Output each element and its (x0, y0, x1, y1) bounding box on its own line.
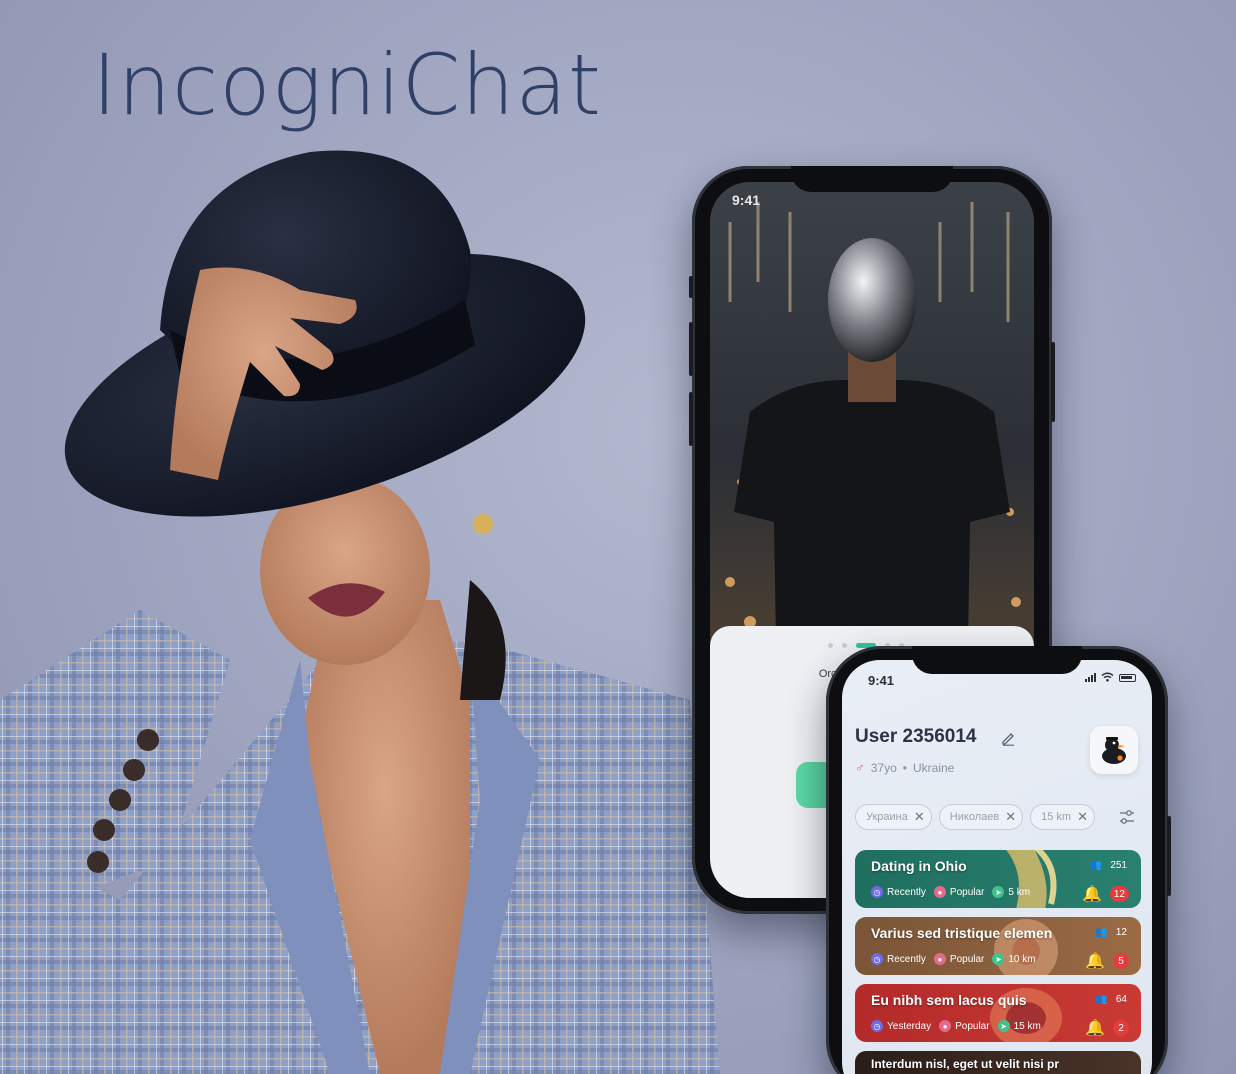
members-count: 64 (1115, 994, 1127, 1005)
room-card[interactable]: Interdum nisl, eget ut velit nisi pr (855, 1051, 1141, 1074)
flame-icon: ● (939, 1020, 952, 1032)
status-time: 9:41 (868, 673, 895, 688)
tag-label: Recently (887, 886, 926, 898)
meta-separator: • (902, 760, 907, 775)
notification-badge: 12 (1109, 886, 1129, 902)
tag-popular: ● Popular (939, 1020, 990, 1032)
status-icons (1085, 672, 1136, 682)
members-icon: 👥 (1089, 860, 1103, 871)
tag-recency: ◷ Recently (871, 953, 926, 965)
tag-distance: ➤ 15 km (997, 1020, 1041, 1032)
duck-avatar-icon (1102, 737, 1126, 764)
bell-icon: 🔔 (1081, 886, 1102, 903)
room-title: Eu nibh sem lacus quis (871, 992, 1027, 1008)
chip-label: Украина (866, 811, 908, 823)
room-art (1006, 850, 1057, 908)
close-icon[interactable]: ✕ (914, 809, 925, 825)
flame-icon: ● (933, 953, 946, 965)
members-icon: 👥 (1095, 927, 1108, 938)
clock-icon: ◷ (871, 1020, 883, 1032)
room-members: 👥 64 (1095, 994, 1127, 1005)
room-notifications: 🔔 2 (1085, 1018, 1129, 1038)
close-icon[interactable]: ✕ (1005, 809, 1016, 825)
room-card[interactable]: Varius sed tristique elemen ◷ Recently ● P… (855, 917, 1141, 975)
signal-icon (1085, 673, 1096, 682)
user-meta: ♂ 37yo • Ukraine (855, 760, 954, 775)
tag-label: Popular (955, 1020, 990, 1032)
clock-icon: ◷ (871, 886, 883, 898)
wifi-icon (1101, 672, 1114, 682)
room-members: 👥 12 (1095, 927, 1127, 938)
tag-distance: ➤ 10 km (992, 953, 1036, 965)
clock-icon: ◷ (871, 953, 883, 965)
filter-sliders-icon (1120, 810, 1134, 824)
phone-notch (791, 166, 953, 192)
tag-recency: ◷ Recently (871, 886, 926, 898)
room-title: Varius sed tristique elemen (871, 925, 1053, 941)
gender-male-icon: ♂ (855, 760, 865, 775)
filter-chip[interactable]: Украина ✕ (855, 804, 932, 830)
room-tags: ◷ Recently ● Popular ➤ 10 km (871, 953, 1036, 965)
room-tags: ◷ Yesterday ● Popular ➤ 15 km (871, 1020, 1041, 1032)
tag-recency: ◷ Yesterday (871, 1020, 931, 1032)
tag-label: 15 km (1013, 1020, 1041, 1032)
tag-label: Popular (949, 953, 985, 965)
location-arrow-icon: ➤ (997, 1020, 1010, 1032)
room-notifications: 🔔 12 (1082, 884, 1129, 904)
brand-title: IncogniChat (92, 36, 602, 134)
location-arrow-icon: ➤ (992, 953, 1005, 965)
room-tags: ◷ Recently ● Popular ➤ 5 km (871, 886, 1030, 898)
room-title: Dating in Ohio (871, 858, 967, 874)
tag-popular: ● Popular (933, 953, 985, 965)
user-name: User 2356014 (855, 726, 977, 747)
tag-label: Yesterday (887, 1020, 932, 1032)
user-country: Ukraine (912, 760, 955, 775)
room-card[interactable]: Dating in Ohio ◷ Recently ● Popular ➤ 5 km … (855, 850, 1141, 908)
bell-icon: 🔔 (1085, 1020, 1105, 1037)
location-arrow-icon: ➤ (992, 886, 1005, 898)
tag-label: 10 km (1008, 953, 1036, 965)
status-time: 9:41 (732, 192, 761, 208)
user-age: 37yo (870, 760, 897, 775)
phone-notch (912, 646, 1082, 674)
tag-label: Popular (949, 886, 985, 898)
woman-in-hat-illustration (0, 150, 720, 1074)
room-members: 👥 251 (1090, 860, 1127, 871)
room-notifications: 🔔 5 (1085, 951, 1129, 971)
room-card[interactable]: Eu nibh sem lacus quis ◷ Yesterday ● Popul… (855, 984, 1141, 1042)
bell-icon: 🔔 (1085, 953, 1105, 970)
members-count: 12 (1115, 927, 1127, 938)
filter-chips: Украина ✕ Николаев ✕ 15 km ✕ (855, 804, 1095, 830)
tag-label: 5 km (1008, 886, 1031, 898)
room-title: Interdum nisl, eget ut velit nisi pr (871, 1057, 1060, 1071)
pager-dot[interactable] (842, 642, 847, 648)
masked-man-photo (710, 182, 1034, 642)
members-icon: 👥 (1095, 994, 1108, 1005)
close-icon[interactable]: ✕ (1077, 809, 1088, 825)
pager-dot[interactable] (828, 642, 833, 648)
members-count: 251 (1110, 860, 1127, 871)
chip-label: 15 km (1041, 811, 1072, 823)
battery-icon (1119, 674, 1136, 682)
notification-badge: 5 (1113, 953, 1129, 969)
chip-label: Николаев (949, 811, 1000, 823)
tag-distance: ➤ 5 km (992, 886, 1030, 898)
notification-badge: 2 (1113, 1020, 1129, 1036)
tag-label: Recently (887, 953, 926, 965)
avatar[interactable] (1090, 726, 1138, 774)
flame-icon: ● (933, 886, 946, 898)
filter-settings-button[interactable] (1114, 804, 1140, 830)
filter-chip[interactable]: Николаев ✕ (938, 804, 1024, 830)
rooms-phone: 9:41 User 2356014 ♂ 37yo • Ukraine Украи… (826, 646, 1171, 1074)
tag-popular: ● Popular (933, 886, 985, 898)
rooms-screen: 9:41 User 2356014 ♂ 37yo • Ukraine Украи… (842, 660, 1152, 1074)
filter-chip[interactable]: 15 km ✕ (1030, 804, 1095, 830)
edit-icon[interactable] (1000, 730, 1016, 746)
